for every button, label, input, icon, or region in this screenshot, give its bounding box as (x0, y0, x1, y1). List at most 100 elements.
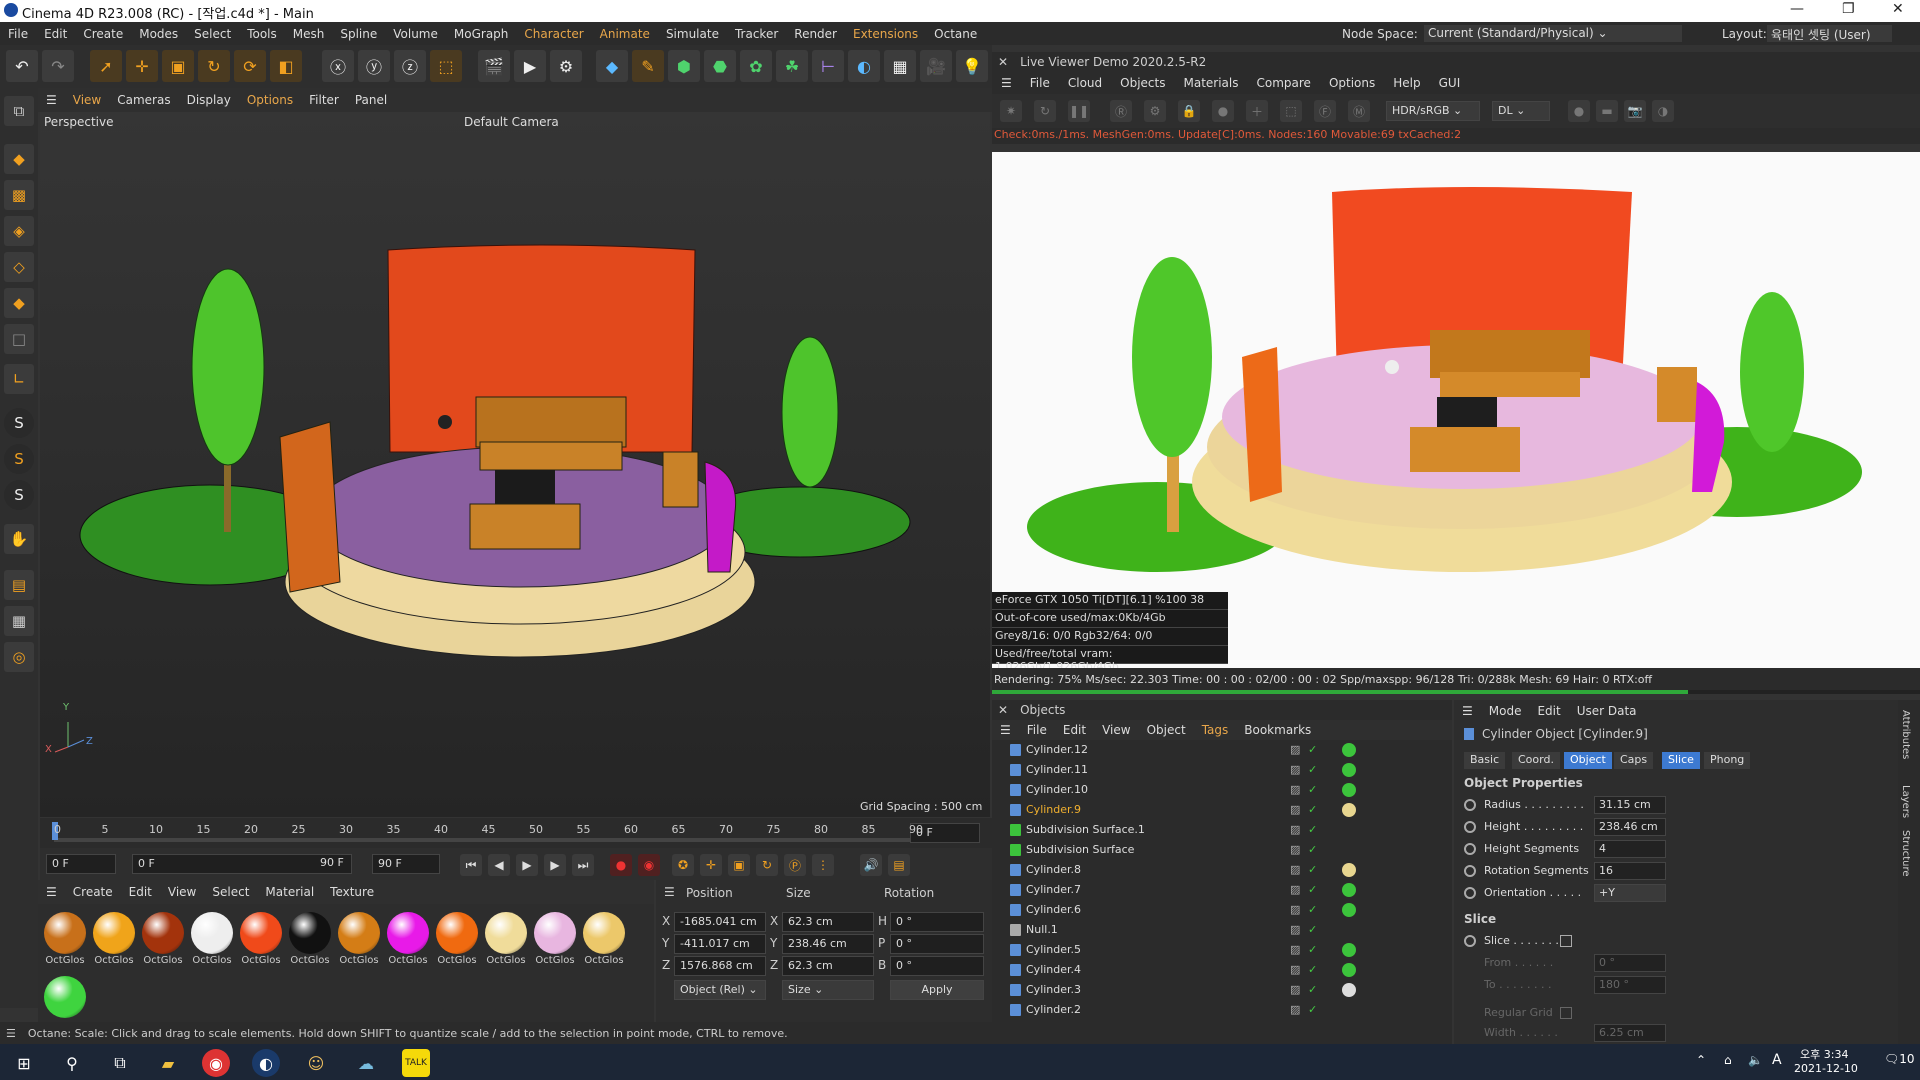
object-row[interactable]: Cylinder.2 ✓ ▨ (992, 1000, 1452, 1020)
subdivision-icon[interactable]: ⬢ (668, 50, 700, 82)
texture-mode-icon[interactable]: ▩ (4, 180, 34, 210)
rseg-anim-icon[interactable] (1464, 865, 1476, 877)
edit-toggle-icon[interactable]: ▨ (1290, 923, 1300, 936)
coord-hamburger-icon[interactable]: ☰ (664, 885, 675, 899)
menu-spline[interactable]: Spline (340, 27, 377, 41)
grid-icon[interactable]: ▦ (4, 606, 34, 636)
orient-anim-icon[interactable] (1464, 887, 1476, 899)
material-pick-icon[interactable]: Ⓜ (1348, 100, 1370, 122)
next-frame-icon[interactable]: ▶ (544, 854, 566, 876)
edit-toggle-icon[interactable]: ▨ (1290, 863, 1300, 876)
visibility-icon[interactable]: ✓ (1308, 803, 1317, 816)
height-field[interactable]: 238.46 cm (1594, 818, 1666, 836)
menu-extensions[interactable]: Extensions (853, 27, 918, 41)
close-icon[interactable]: ✕ (1892, 1, 1904, 17)
material-menu-material[interactable]: Material (265, 885, 314, 899)
material-tag-icon[interactable] (1342, 903, 1356, 917)
attributes-hamburger-icon[interactable]: ☰ (1462, 704, 1473, 718)
slice-anim-icon[interactable] (1464, 935, 1476, 947)
undo-icon[interactable]: ↶ (6, 50, 38, 82)
material-menu-texture[interactable]: Texture (330, 885, 374, 899)
material-tag-icon[interactable] (1342, 783, 1356, 797)
model-mode-icon[interactable]: ◆ (4, 144, 34, 174)
width-field[interactable]: 6.25 cm (1594, 1024, 1666, 1042)
attributes-menu-edit[interactable]: Edit (1537, 704, 1560, 718)
lv-menu-options[interactable]: Options (1329, 76, 1375, 90)
edit-toggle-icon[interactable]: ▨ (1290, 983, 1300, 996)
objects-menu-file[interactable]: File (1027, 723, 1047, 737)
objects-hamburger-icon[interactable]: ☰ (1000, 723, 1011, 737)
menu-select[interactable]: Select (194, 27, 231, 41)
lv-menu-materials[interactable]: Materials (1183, 76, 1238, 90)
object-row[interactable]: Cylinder.11 ✓ ▨ (992, 760, 1452, 780)
object-row[interactable]: Cylinder.7 ✓ ▨ (992, 880, 1452, 900)
menu-animate[interactable]: Animate (600, 27, 650, 41)
edit-toggle-icon[interactable]: ▨ (1290, 963, 1300, 976)
render-output[interactable] (992, 152, 1920, 668)
viewport-menu-view[interactable]: View (73, 93, 101, 107)
timeline-menu-icon[interactable]: ▤ (888, 854, 910, 876)
z-axis-icon[interactable]: ⓩ (394, 50, 426, 82)
restart-render-icon[interactable]: ↻ (1034, 100, 1056, 122)
sound-icon[interactable]: 🔊 (860, 854, 882, 876)
menu-mesh[interactable]: Mesh (293, 27, 325, 41)
object-row[interactable]: Cylinder.3 ✓ ▨ (992, 980, 1452, 1000)
render-view-icon[interactable]: ▶ (514, 50, 546, 82)
app-face-icon[interactable]: ☺ (302, 1049, 330, 1077)
material-menu-view[interactable]: View (168, 885, 196, 899)
live-selection-icon[interactable]: ➚ (90, 50, 122, 82)
tab-coord[interactable]: Coord. (1512, 752, 1560, 769)
object-row[interactable]: Subdivision Surface.1 ✓ ▨ (992, 820, 1452, 840)
material-swatch[interactable]: OctGlos (434, 912, 480, 966)
lock-workplane-icon[interactable]: ✋ (4, 524, 34, 554)
menu-modes[interactable]: Modes (139, 27, 178, 41)
chrome-icon[interactable]: ◉ (202, 1049, 230, 1077)
material-tag-icon[interactable] (1342, 803, 1356, 817)
recent-tool-icon[interactable]: ◧ (270, 50, 302, 82)
side-tab-layers[interactable]: Layers (1900, 785, 1911, 818)
lock-resolution-icon[interactable]: 🔒 (1178, 100, 1200, 122)
visibility-icon[interactable]: ✓ (1308, 983, 1317, 996)
menu-octane[interactable]: Octane (934, 27, 977, 41)
restore-icon[interactable]: ❐ (1842, 1, 1855, 17)
apply-button[interactable]: Apply (890, 980, 984, 1000)
make-editable-icon[interactable]: ⧉ (4, 96, 34, 126)
p-rotation-field[interactable]: 0 ° (890, 934, 984, 954)
key-param-icon[interactable]: Ⓟ (784, 854, 806, 876)
material-swatch[interactable]: OctGlos (91, 912, 137, 966)
menu-edit[interactable]: Edit (44, 27, 67, 41)
snap-icon[interactable]: S (4, 408, 34, 438)
object-row[interactable]: Cylinder.6 ✓ ▨ (992, 900, 1452, 920)
y-axis-icon[interactable]: ⓨ (358, 50, 390, 82)
menu-character[interactable]: Character (524, 27, 583, 41)
visibility-icon[interactable]: ✓ (1308, 743, 1317, 756)
edit-toggle-icon[interactable]: ▨ (1290, 883, 1300, 896)
material-menu-create[interactable]: Create (73, 885, 113, 899)
lv-menu-file[interactable]: File (1030, 76, 1050, 90)
objects-menu-edit[interactable]: Edit (1063, 723, 1086, 737)
edit-toggle-icon[interactable]: ▨ (1290, 803, 1300, 816)
lv-menu-compare[interactable]: Compare (1257, 76, 1311, 90)
snapshot-camera-icon[interactable]: 📷 (1624, 100, 1646, 122)
edit-toggle-icon[interactable]: ▨ (1290, 743, 1300, 756)
objects-menu-object[interactable]: Object (1147, 723, 1186, 737)
x-size-field[interactable]: 62.3 cm (782, 912, 874, 932)
object-row[interactable]: Subdivision Surface ✓ ▨ (992, 840, 1452, 860)
material-hamburger-icon[interactable]: ☰ (46, 885, 57, 899)
clock-time[interactable]: 오후 3:34 (1800, 1046, 1848, 1062)
clock-date[interactable]: 2021-12-10 (1794, 1062, 1858, 1075)
kernel-dropdown[interactable]: DL ⌄ (1492, 101, 1550, 121)
send-scene-icon[interactable]: ✷ (1000, 100, 1022, 122)
ime-indicator[interactable]: A (1772, 1052, 1782, 1068)
edges-mode-icon[interactable]: ◇ (4, 252, 34, 282)
attributes-menu-mode[interactable]: Mode (1489, 704, 1522, 718)
visibility-icon[interactable]: ✓ (1308, 903, 1317, 916)
object-row[interactable]: Null.1 ✓ ▨ (992, 920, 1452, 940)
visibility-icon[interactable]: ✓ (1308, 863, 1317, 876)
tab-basic[interactable]: Basic (1464, 752, 1506, 769)
menu-simulate[interactable]: Simulate (666, 27, 719, 41)
x-axis-icon[interactable]: ⓧ (322, 50, 354, 82)
viewport-menu-panel[interactable]: Panel (355, 93, 387, 107)
lv-menu-objects[interactable]: Objects (1120, 76, 1165, 90)
cinema4d-taskbar-icon[interactable]: ◐ (252, 1049, 280, 1077)
